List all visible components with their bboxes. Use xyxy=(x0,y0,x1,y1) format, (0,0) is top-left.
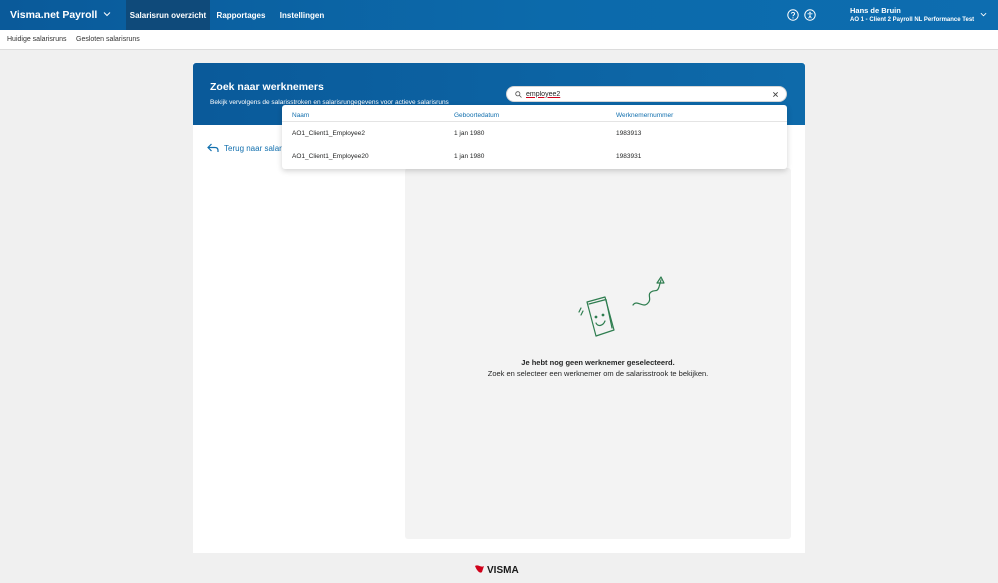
tab-salarisrun-overzicht[interactable]: Salarisrun overzicht xyxy=(126,0,210,30)
sub-navigation: Huidige salarisruns Gesloten salarisruns xyxy=(0,30,998,50)
tab-rapportages[interactable]: Rapportages xyxy=(212,0,270,30)
visma-logo: VISMA xyxy=(475,565,519,575)
column-header-werknemernummer[interactable]: Werknemernummer xyxy=(616,112,673,119)
empty-state-title: Je hebt nog geen werknemer geselecteerd. xyxy=(521,358,675,367)
chevron-down-icon[interactable] xyxy=(103,10,111,18)
search-icon xyxy=(515,91,522,98)
accessibility-icon[interactable] xyxy=(804,9,816,21)
column-header-geboortedatum[interactable]: Geboortedatum xyxy=(454,112,499,119)
result-employee-number: 1983931 xyxy=(616,153,642,160)
return-arrow-icon xyxy=(207,143,219,152)
search-input[interactable] xyxy=(526,88,766,100)
empty-state-panel xyxy=(405,168,791,539)
result-name: AO1_Client1_Employee20 xyxy=(292,153,369,160)
close-icon[interactable] xyxy=(772,91,779,98)
app-brand[interactable]: Visma.net Payroll xyxy=(10,0,97,30)
result-row[interactable]: AO1_Client1_Employee2 1 jan 1980 1983913 xyxy=(282,123,787,146)
result-birthdate: 1 jan 1980 xyxy=(454,130,485,137)
help-icon[interactable] xyxy=(787,9,799,21)
empty-state-text: Zoek en selecteer een werknemer om de sa… xyxy=(487,369,709,378)
column-header-naam[interactable]: Naam xyxy=(292,112,309,119)
employee-search-field[interactable] xyxy=(506,86,787,102)
subnav-item-huidige-salarisruns[interactable]: Huidige salarisruns xyxy=(7,30,67,50)
top-navigation: Visma.net Payroll Salarisrun overzicht R… xyxy=(0,0,998,30)
card-title: Zoek naar werknemers xyxy=(210,81,324,93)
result-row[interactable]: AO1_Client1_Employee20 1 jan 1980 198393… xyxy=(282,146,787,169)
user-company[interactable]: AO 1 - Client 2 Payroll NL Performance T… xyxy=(850,17,974,23)
subnav-item-gesloten-salarisruns[interactable]: Gesloten salarisruns xyxy=(76,30,140,50)
search-results-dropdown: Naam Geboortedatum Werknemernummer AO1_C… xyxy=(282,105,787,169)
visma-logo-text: VISMA xyxy=(487,565,519,575)
tab-instellingen[interactable]: Instellingen xyxy=(274,0,330,30)
result-name: AO1_Client1_Employee2 xyxy=(292,130,365,137)
smiling-document-illustration xyxy=(578,276,665,337)
result-birthdate: 1 jan 1980 xyxy=(454,153,485,160)
user-name[interactable]: Hans de Bruin xyxy=(850,6,901,15)
results-header: Naam Geboortedatum Werknemernummer xyxy=(282,105,787,122)
chevron-down-icon[interactable] xyxy=(980,11,987,18)
result-employee-number: 1983913 xyxy=(616,130,642,137)
